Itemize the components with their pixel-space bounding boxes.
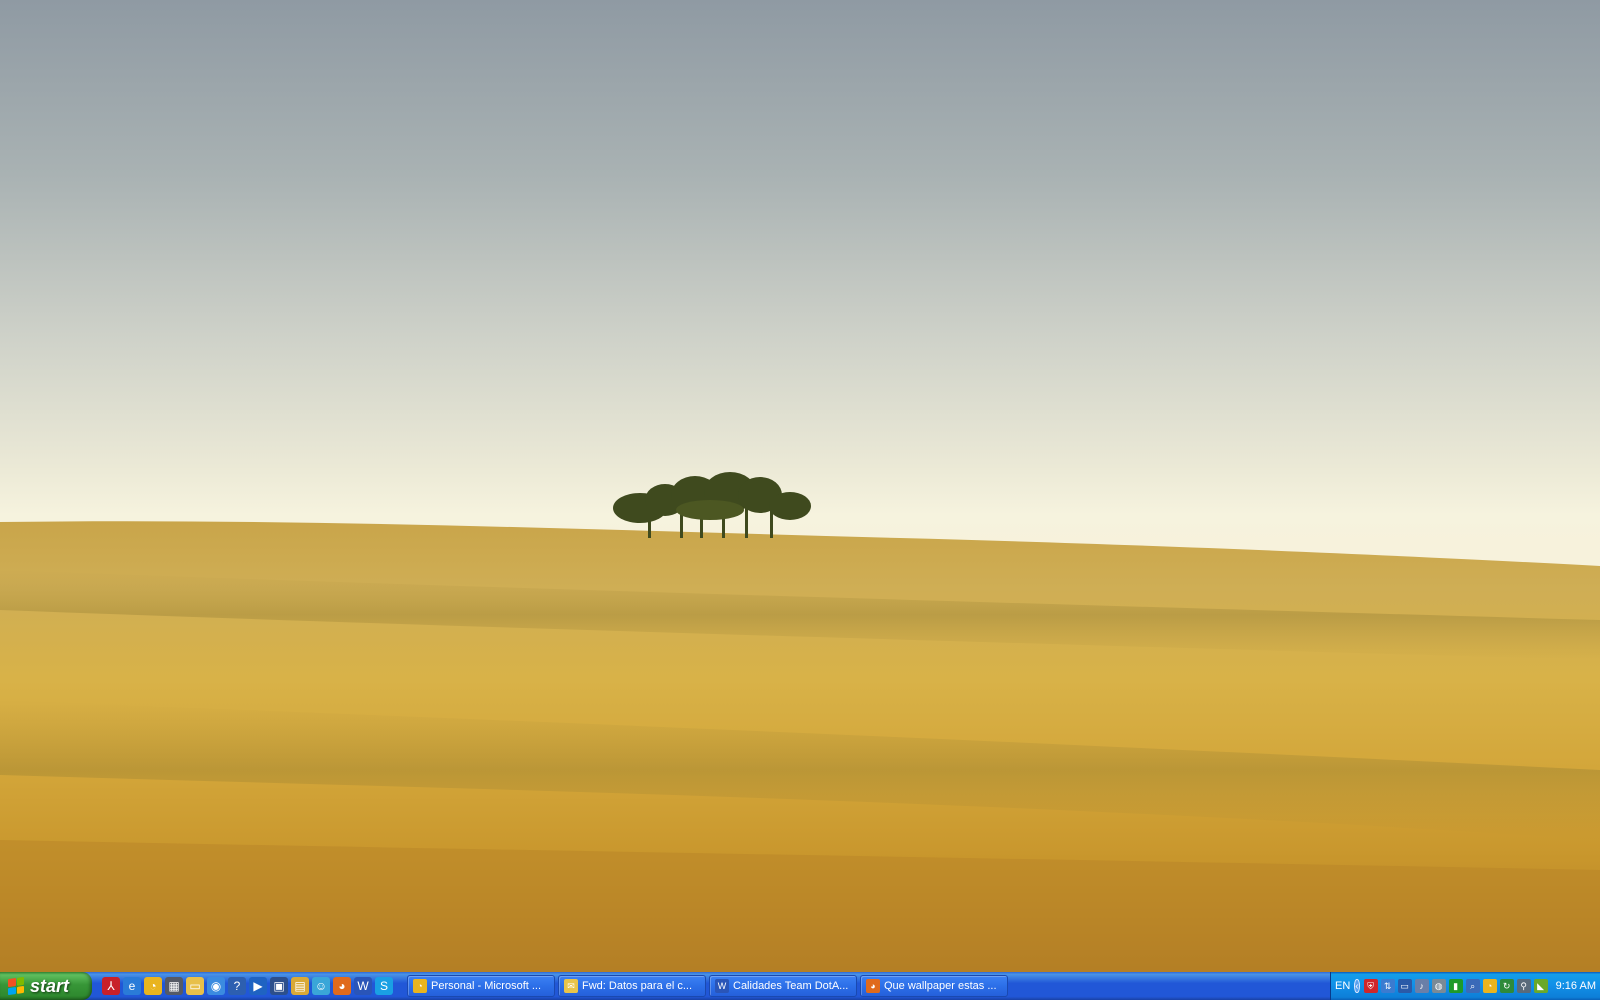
- network-icon[interactable]: ⇅: [1380, 979, 1395, 993]
- ie-globe-icon[interactable]: ◉: [207, 977, 225, 995]
- monitor-icon[interactable]: ▭: [1397, 979, 1412, 993]
- task-button[interactable]: ◕ Que wallpaper estas ...: [860, 975, 1008, 997]
- update-icon[interactable]: ↻: [1499, 979, 1514, 993]
- taskbar: start ⅄ e ◔ ▦ ▭ ◉? ▶ ▣ ▤ ☺ ◕ W S ◔ Personal - Microso…: [0, 972, 1600, 1000]
- start-label: start: [30, 975, 70, 996]
- outlook-icon: ◔: [413, 979, 427, 993]
- tray-icons: ⛨ ⇅ ▭ ♪ ◍ ▮ ⌕ ◔ ↻ ⚲ ◣: [1363, 979, 1548, 993]
- antivirus-icon[interactable]: ⛨: [1363, 979, 1378, 993]
- task-button[interactable]: ✉ Fwd: Datos para el c...: [558, 975, 706, 997]
- signal-icon[interactable]: ▮: [1448, 979, 1463, 993]
- desktop: [0, 0, 1600, 972]
- word-icon: W: [715, 979, 729, 993]
- media-player-icon[interactable]: ▶: [249, 977, 267, 995]
- acrobat-icon[interactable]: ⅄: [102, 977, 120, 995]
- calculator-icon[interactable]: ▦: [165, 977, 183, 995]
- search-icon[interactable]: ⌕: [1465, 979, 1480, 993]
- show-hidden-icons-button[interactable]: ‹: [1354, 979, 1360, 993]
- word-icon[interactable]: W: [354, 977, 372, 995]
- firefox-icon: ◕: [866, 979, 880, 993]
- clock[interactable]: 9:16 AM: [1548, 980, 1596, 992]
- task-label: Que wallpaper estas ...: [884, 980, 997, 992]
- system-tray: EN ‹ ⛨ ⇅ ▭ ♪ ◍ ▮ ⌕ ◔ ↻ ⚲ ◣ 9:16 AM: [1330, 972, 1600, 1000]
- quick-launch-bar: ⅄ e ◔ ▦ ▭ ◉? ▶ ▣ ▤ ☺ ◕ W S: [92, 972, 399, 1000]
- help-icon[interactable]: ?: [228, 977, 246, 995]
- nvidia-icon[interactable]: ◣: [1533, 979, 1548, 993]
- outlook-icon[interactable]: ◔: [144, 977, 162, 995]
- firefox-icon[interactable]: ◕: [333, 977, 351, 995]
- volume-icon[interactable]: ♪: [1414, 979, 1429, 993]
- task-button[interactable]: ◔ Personal - Microsoft ...: [407, 975, 555, 997]
- messenger-icon[interactable]: ☺: [312, 977, 330, 995]
- usb-icon[interactable]: ⚲: [1516, 979, 1531, 993]
- folder-icon[interactable]: ▭: [186, 977, 204, 995]
- wallpaper-image: [0, 472, 1600, 972]
- tree-cluster: [613, 472, 811, 538]
- task-list: ◔ Personal - Microsoft ... ✉ Fwd: Datos par…: [407, 972, 1008, 1000]
- security-icon[interactable]: ◍: [1431, 979, 1446, 993]
- start-button[interactable]: start: [0, 972, 92, 1000]
- task-button[interactable]: W Calidades Team DotA...: [709, 975, 857, 997]
- windows-logo-icon: [8, 976, 24, 996]
- task-label: Calidades Team DotA...: [733, 980, 849, 992]
- language-indicator[interactable]: EN: [1335, 980, 1350, 992]
- skype-icon[interactable]: S: [375, 977, 393, 995]
- mail-icon: ✉: [564, 979, 578, 993]
- windows-explorer-icon[interactable]: ▤: [291, 977, 309, 995]
- internet-explorer-icon[interactable]: e: [123, 977, 141, 995]
- task-label: Fwd: Datos para el c...: [582, 980, 693, 992]
- show-desktop-icon[interactable]: ▣: [270, 977, 288, 995]
- outlook-tray-icon[interactable]: ◔: [1482, 979, 1497, 993]
- task-label: Personal - Microsoft ...: [431, 980, 542, 992]
